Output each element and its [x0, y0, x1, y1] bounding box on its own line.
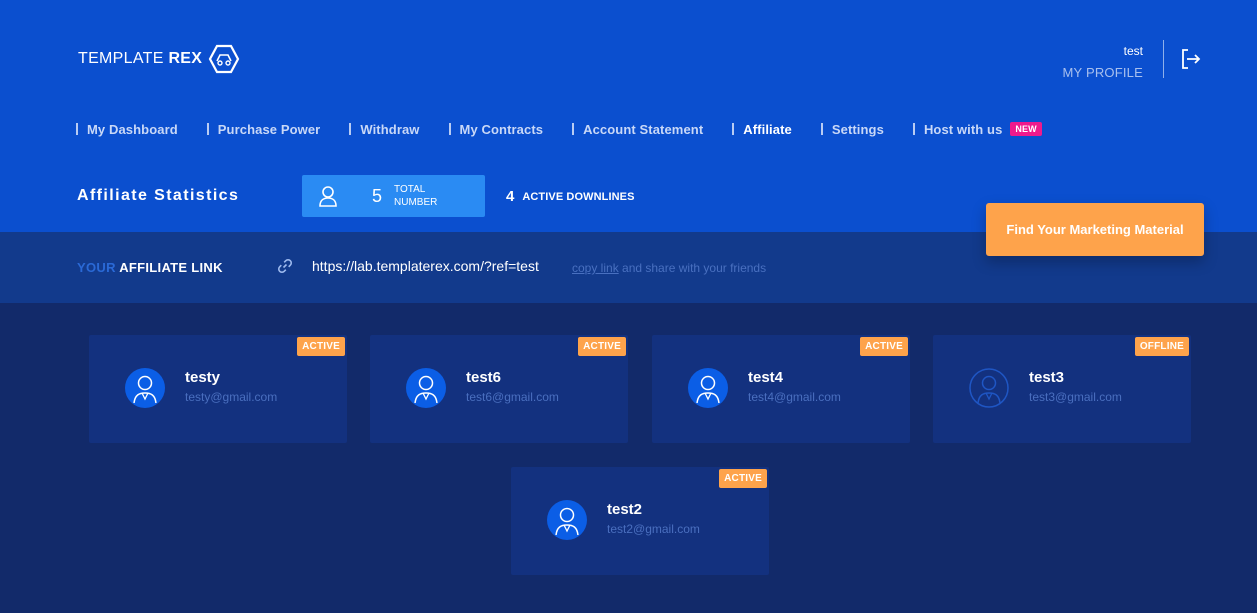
total-number-value: 5: [372, 185, 383, 206]
logo[interactable]: TEMPLATE REX: [78, 44, 240, 74]
nav-affiliate[interactable]: Affiliate: [732, 122, 792, 137]
downline-card[interactable]: ACTIVE test2 test2@gmail.com: [511, 467, 769, 575]
active-downlines: 4 ACTIVE DOWNLINES: [506, 188, 635, 205]
my-profile-link[interactable]: MY PROFILE: [1062, 64, 1143, 82]
new-badge: NEW: [1010, 121, 1042, 136]
active-downlines-label: ACTIVE DOWNLINES: [522, 190, 635, 203]
total-number-box: 5 TOTAL NUMBER: [302, 175, 485, 217]
downline-name: test3: [1029, 369, 1065, 386]
logo-text: TEMPLATE REX: [78, 50, 203, 67]
avatar-icon: [688, 368, 728, 408]
downline-name: testy: [185, 369, 221, 386]
downline-email: test2@gmail.com: [607, 522, 700, 536]
nav-my-dashboard[interactable]: My Dashboard: [76, 122, 178, 137]
avatar-icon-offline: [969, 368, 1009, 408]
downline-email: testy@gmail.com: [185, 390, 278, 404]
nav-withdraw[interactable]: Withdraw: [349, 122, 419, 137]
active-downlines-value: 4: [506, 188, 515, 205]
downline-email: test4@gmail.com: [748, 390, 841, 404]
main-nav: My Dashboard Purchase Power Withdraw My …: [76, 121, 1042, 137]
find-marketing-material-button[interactable]: Find Your Marketing Material: [986, 203, 1204, 256]
nav-purchase-power[interactable]: Purchase Power: [206, 122, 321, 137]
status-badge: ACTIVE: [719, 469, 767, 488]
link-icon: [277, 258, 293, 274]
status-badge: OFFLINE: [1134, 337, 1189, 356]
downline-card[interactable]: ACTIVE test4 test4@gmail.com: [652, 335, 910, 443]
downline-name: test4: [748, 369, 784, 386]
status-badge: ACTIVE: [297, 337, 345, 356]
total-number-label: TOTAL NUMBER: [394, 184, 438, 208]
copy-link-text: copy link and share with your friends: [572, 261, 767, 275]
downline-email: test3@gmail.com: [1029, 390, 1122, 404]
nav-host-with-us[interactable]: Host with us NEW: [912, 121, 1042, 137]
downline-card[interactable]: OFFLINE test3 test3@gmail.com: [933, 335, 1191, 443]
downline-name: test6: [466, 369, 502, 386]
affiliate-link-label: YOUR AFFILIATE LINK: [77, 260, 223, 275]
downline-card[interactable]: ACTIVE test6 test6@gmail.com: [370, 335, 628, 443]
header-divider: [1163, 40, 1164, 78]
nav-my-contracts[interactable]: My Contracts: [448, 122, 544, 137]
nav-account-statement[interactable]: Account Statement: [572, 122, 703, 137]
downline-email: test6@gmail.com: [466, 390, 559, 404]
affiliate-statistics-title: Affiliate Statistics: [77, 187, 240, 204]
copy-link[interactable]: copy link: [572, 261, 619, 275]
avatar-icon: [125, 368, 165, 408]
username: test: [1123, 44, 1143, 58]
status-badge: ACTIVE: [860, 337, 908, 356]
user-icon: [319, 186, 337, 207]
logout-icon[interactable]: [1178, 47, 1202, 71]
logo-hex-icon: [209, 44, 240, 74]
avatar-icon: [547, 500, 587, 540]
downline-card[interactable]: ACTIVE testy testy@gmail.com: [89, 335, 347, 443]
downline-name: test2: [607, 501, 643, 518]
avatar-icon: [406, 368, 446, 408]
status-badge: ACTIVE: [578, 337, 626, 356]
profile-block: test MY PROFILE: [1062, 44, 1143, 82]
affiliate-url[interactable]: https://lab.templaterex.com/?ref=test: [312, 258, 539, 274]
nav-settings[interactable]: Settings: [820, 122, 884, 137]
